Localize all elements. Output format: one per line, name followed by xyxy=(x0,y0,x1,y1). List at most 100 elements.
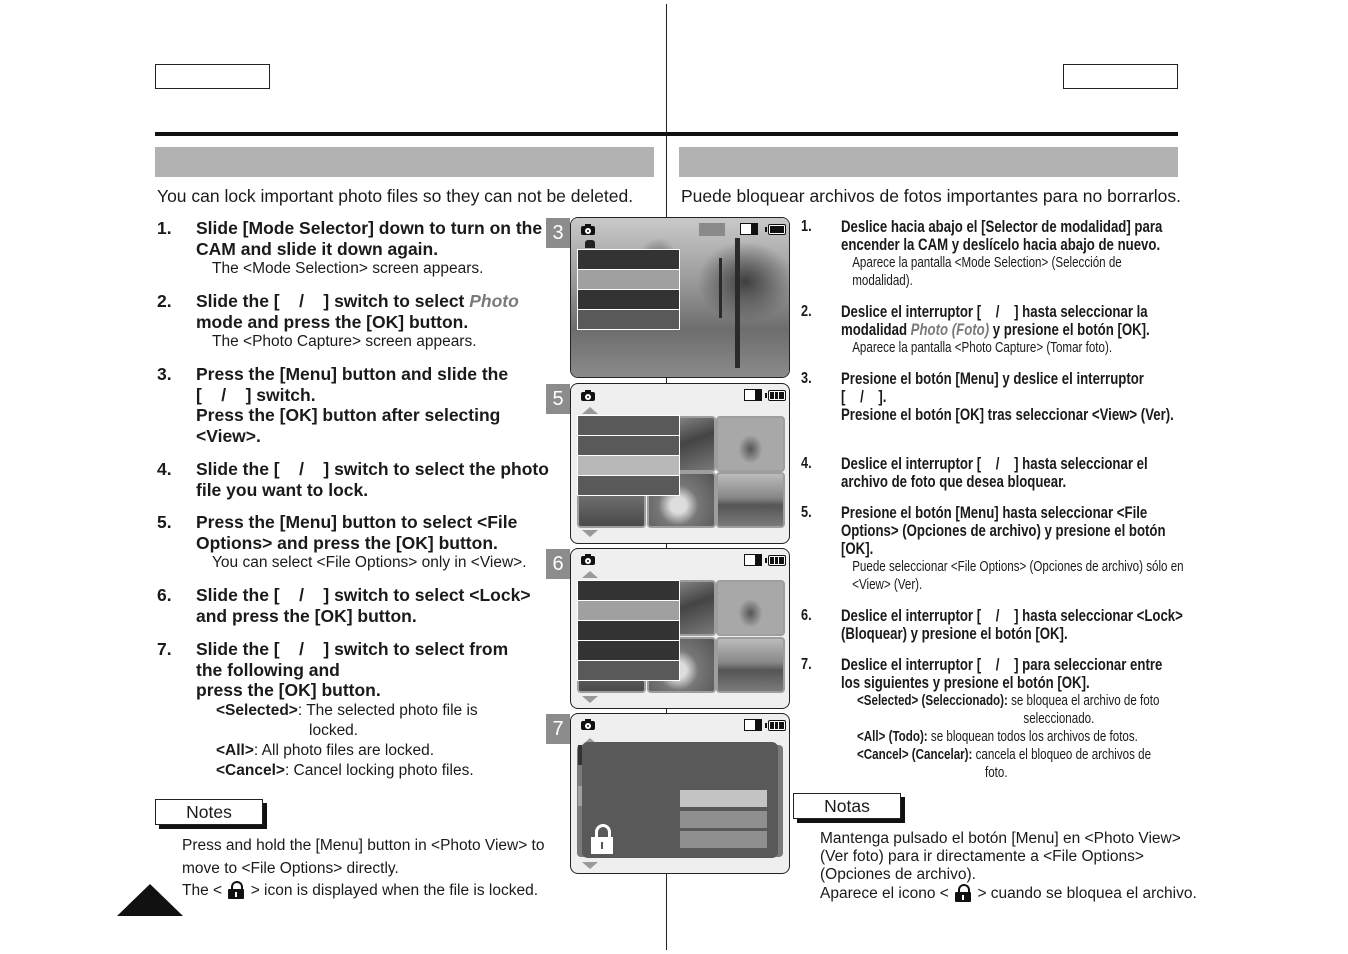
menu-item[interactable] xyxy=(578,250,679,270)
step-text: Slide the [ / ] switch to select <Lock> … xyxy=(196,585,536,626)
scroll-down-icon[interactable] xyxy=(582,696,598,703)
note-line: (Ver foto) para ir directamente a <File … xyxy=(820,848,1144,865)
note-line: (Opciones de archivo). xyxy=(820,866,976,883)
lock-options-list: <Selected>: The selected photo file is l… xyxy=(196,701,551,781)
lock-icon xyxy=(591,824,613,854)
note-text: > icon is displayed when the file is loc… xyxy=(250,882,539,899)
option-desc: cancela el bloqueo de archivos de xyxy=(972,747,1152,763)
menu-item-selected[interactable] xyxy=(578,456,679,476)
scroll-up-icon[interactable] xyxy=(582,571,598,578)
option-desc: se bloquea el archivo de foto xyxy=(1007,693,1160,709)
step-text: [ / ] switch. xyxy=(196,384,316,405)
step-note: Aparece la pantalla <Photo Capture> (Tom… xyxy=(852,340,1113,356)
menu-item[interactable] xyxy=(578,581,679,601)
option-desc: : Cancel locking photo files. xyxy=(284,761,474,779)
mode-menu xyxy=(577,249,680,330)
photo-thumbnail-rabbit[interactable] xyxy=(716,580,785,636)
step-number: 1. xyxy=(801,218,812,235)
step-text: Press the [OK] button after selecting <V… xyxy=(196,405,501,446)
menu-item[interactable] xyxy=(578,621,679,641)
menu-item[interactable] xyxy=(578,476,679,495)
option-key: <All> xyxy=(216,741,254,759)
note-line: Mantenga pulsado el botón [Menu] en <Pho… xyxy=(820,830,1181,847)
step-text: press the [OK] button. xyxy=(196,680,381,700)
screen-step-badge: 7 xyxy=(546,714,570,744)
lock-option-cancel[interactable] xyxy=(680,831,767,848)
option-all: <All>: All photo files are locked. xyxy=(216,741,551,761)
step-note: Aparece la pantalla <Mode Selection> (Se… xyxy=(852,255,1122,289)
photo-detail xyxy=(735,238,740,368)
photo-detail xyxy=(719,258,722,318)
header-rule-right xyxy=(666,132,1178,136)
step-text: [ / ]. xyxy=(841,388,887,406)
photo-thumbnail-rabbit[interactable] xyxy=(716,416,785,472)
step-number: 2. xyxy=(801,303,812,320)
section-title-bar-es xyxy=(679,147,1178,177)
menu-item[interactable] xyxy=(578,290,679,310)
option-desc-cont: seleccionado. xyxy=(1023,711,1095,727)
step-number: 3. xyxy=(157,364,172,384)
lcd-screen-step-7 xyxy=(570,713,790,874)
battery-icon xyxy=(765,390,786,401)
lock-icon xyxy=(955,884,972,902)
scroll-down-icon[interactable] xyxy=(582,862,598,869)
screen-step-badge: 3 xyxy=(546,218,570,248)
scroll-up-icon[interactable] xyxy=(582,407,598,414)
menu-item[interactable] xyxy=(578,661,679,680)
step-number: 3. xyxy=(801,370,812,387)
step-text: Press the [Menu] button to select <File … xyxy=(196,512,518,553)
option-all: <All> (Todo): se bloquean todos los arch… xyxy=(857,728,1185,746)
menu-item[interactable] xyxy=(578,641,679,661)
step-number: 6. xyxy=(157,585,172,605)
note-text: The < xyxy=(182,882,223,899)
menu-item[interactable] xyxy=(578,416,679,436)
menu-item-selected[interactable] xyxy=(578,601,679,621)
memory-icon xyxy=(744,389,762,401)
menu-item[interactable] xyxy=(578,436,679,456)
lcd-screen-step-3 xyxy=(570,217,790,378)
step-text-part: mode and press the [OK] button. xyxy=(196,311,469,332)
photo-mode-emphasis: Photo xyxy=(469,291,519,311)
note-text: > cuando se bloquea el archivo. xyxy=(977,885,1197,902)
lock-dialog xyxy=(582,742,778,858)
option-desc-cont: foto. xyxy=(985,765,1008,781)
lock-option-selected[interactable] xyxy=(680,790,767,807)
camera-icon xyxy=(581,554,595,565)
step-text: Deslice el interruptor [ / ] hasta selec… xyxy=(841,607,1187,643)
menu-item-selected[interactable] xyxy=(578,270,679,290)
photo-thumbnail-city[interactable] xyxy=(716,472,785,528)
photo-thumbnail-city[interactable] xyxy=(716,637,785,693)
step-text: Presione el botón [Menu] y deslice el in… xyxy=(841,370,1144,388)
menu-item[interactable] xyxy=(578,310,679,329)
step-number: 5. xyxy=(157,512,172,532)
option-key: <Selected> (Seleccionado): xyxy=(857,693,1008,709)
section-title-bar-en xyxy=(155,147,654,177)
screen-step-badge: 6 xyxy=(546,549,570,579)
step-number: 1. xyxy=(157,218,172,238)
option-selected: <Selected> (Seleccionado): se bloquea el… xyxy=(857,692,1185,710)
header-rule-left xyxy=(155,132,667,136)
step-number: 4. xyxy=(801,455,812,472)
lock-option-all[interactable] xyxy=(680,811,767,828)
note-line: move to <File Options> directly. xyxy=(182,859,399,877)
page-marker-triangle-icon xyxy=(117,884,183,916)
memory-icon xyxy=(744,554,762,566)
battery-icon xyxy=(765,555,786,566)
camera-icon xyxy=(581,224,595,235)
note-text: Aparece el icono < xyxy=(820,885,949,902)
step-note: The <Mode Selection> screen appears. xyxy=(212,260,484,277)
step-text: the following and xyxy=(196,659,340,680)
step-text: Slide [Mode Selector] down to turn on th… xyxy=(196,218,543,259)
language-label-box-left xyxy=(155,64,270,89)
screen-step-badge: 5 xyxy=(546,384,570,414)
option-desc: : The selected photo file is xyxy=(297,701,478,719)
step-text: Slide the [ / ] switch to select the pho… xyxy=(196,459,554,500)
option-desc-cont: locked. xyxy=(309,721,359,739)
scroll-down-icon[interactable] xyxy=(582,530,598,537)
option-cancel: <Cancel>: Cancel locking photo files. xyxy=(216,761,551,781)
step-note: Puede seleccionar <File Options> (Opcion… xyxy=(852,559,1184,593)
notes-label-en: Notes xyxy=(155,799,263,825)
file-options-menu xyxy=(577,580,680,681)
camera-icon xyxy=(581,719,595,730)
step-text: Presione el botón [OK] tras seleccionar … xyxy=(841,406,1174,424)
